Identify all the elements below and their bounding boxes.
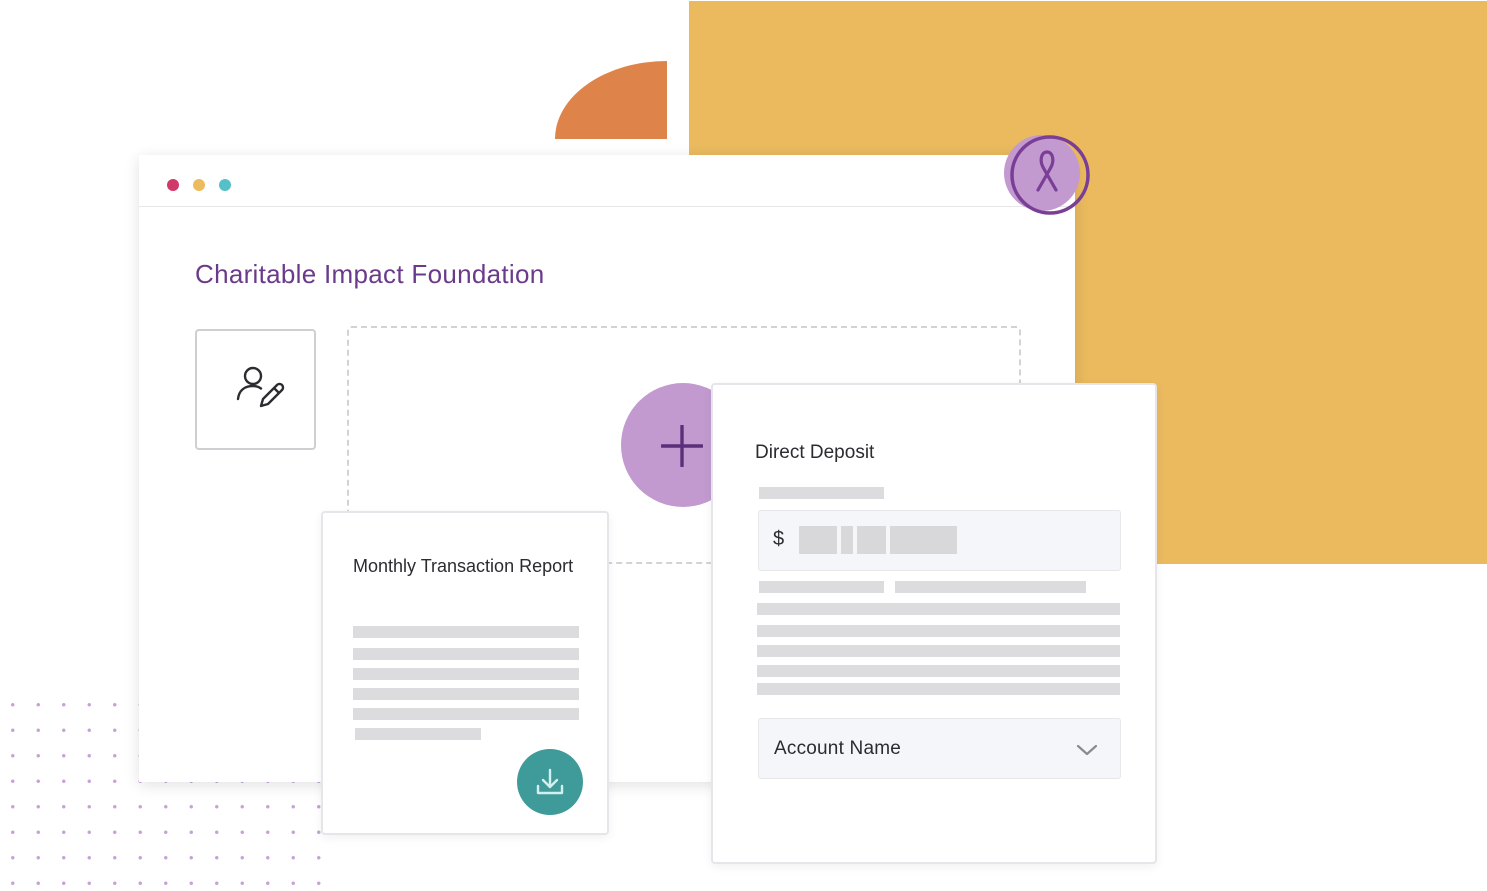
masked-digit-block (890, 526, 957, 554)
masked-digit-block (857, 526, 886, 554)
chevron-down-icon (1076, 744, 1098, 756)
background-orange-quarter-circle (555, 61, 667, 139)
edit-profile-button[interactable] (195, 329, 316, 450)
direct-deposit-card: Direct Deposit $ Account Name (711, 383, 1157, 864)
account-select-value: Account Name (774, 738, 902, 759)
page-title: Charitable Impact Foundation (195, 259, 545, 289)
text-placeholder-line (353, 648, 579, 660)
text-placeholder-line (355, 728, 481, 740)
deposit-title: Direct Deposit (755, 442, 875, 463)
label-placeholder (759, 487, 884, 499)
text-placeholder-line (759, 581, 884, 593)
masked-digit-block (799, 526, 837, 554)
text-placeholder-line (895, 581, 1086, 593)
download-button[interactable] (517, 749, 583, 815)
plus-icon (661, 425, 703, 467)
text-placeholder-line (353, 708, 579, 720)
text-placeholder-line (757, 683, 1120, 695)
window-zoom-dot[interactable] (219, 179, 231, 191)
download-icon (536, 768, 564, 795)
currency-symbol: $ (773, 528, 785, 550)
account-name-select[interactable]: Account Name (758, 718, 1121, 779)
awareness-ribbon-icon (1004, 135, 1090, 215)
text-placeholder-line (353, 668, 579, 680)
amount-input[interactable]: $ (758, 510, 1121, 571)
text-placeholder-line (757, 603, 1120, 615)
masked-digit-block (841, 526, 853, 554)
text-placeholder-line (757, 665, 1120, 677)
report-title: Monthly Transaction Report (353, 556, 574, 576)
window-close-dot[interactable] (167, 179, 179, 191)
text-placeholder-line (353, 626, 579, 638)
awareness-badge (1002, 133, 1094, 219)
text-placeholder-line (757, 645, 1120, 657)
user-edit-icon (236, 366, 285, 408)
text-placeholder-line (757, 625, 1120, 637)
monthly-report-card: Monthly Transaction Report (321, 511, 609, 835)
text-placeholder-line (353, 688, 579, 700)
window-titlebar (139, 155, 1075, 207)
window-minimize-dot[interactable] (193, 179, 205, 191)
